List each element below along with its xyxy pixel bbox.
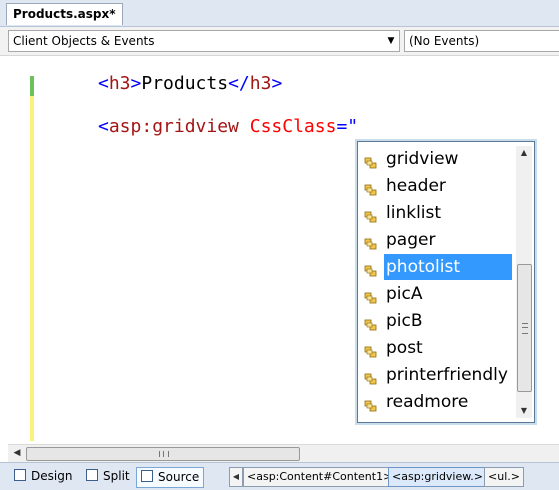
css-class-icon [364,233,378,250]
saved-change-marker [30,76,34,96]
intellisense-item[interactable]: picA [360,281,512,307]
css-class-icon [364,287,378,304]
breadcrumb-gridview[interactable]: <asp:gridview.> [388,467,487,487]
attribute-name: CssClass [249,116,337,137]
attribute-equals: =" [336,116,359,137]
intellisense-item-label: post [386,338,423,358]
popup-vertical-scrollbar[interactable]: ▲ ▼ [516,146,532,418]
code-line-h3: <h3>Products</h3> [98,73,282,94]
intellisense-item[interactable]: printerfriendly [360,362,512,388]
css-class-icon [364,152,378,169]
design-view-button[interactable]: Design [14,467,72,486]
source-label: Source [158,470,200,484]
design-view-icon [14,469,26,481]
breadcrumb-ul[interactable]: <ul.> [484,467,524,487]
popup-scroll-thumb[interactable] [517,264,532,392]
intellisense-item[interactable]: header [360,173,512,199]
intellisense-item-label: photolist [384,254,512,280]
css-class-icon [364,341,378,358]
css-class-icon [364,395,378,412]
tag-name: h3 [249,73,272,94]
view-bar: Design Split Source ◀ <asp:Content#Conte… [0,462,559,490]
tag-name: asp:gridview [108,116,239,137]
intellisense-item[interactable]: pager [360,227,512,253]
navigation-bar: Client Objects & Events ▼ (No Events) [0,27,559,56]
intellisense-item-label: header [386,176,446,196]
css-class-icon [364,260,378,277]
source-view-button[interactable]: Source [136,467,205,488]
design-label: Design [31,469,73,483]
intellisense-item-label: picA [386,284,423,304]
intellisense-item[interactable]: readmore [360,389,512,415]
horizontal-scroll-thumb[interactable] [26,447,300,461]
code-line-gridview: <asp:gridview CssClass=" [98,116,358,137]
breadcrumb-content[interactable]: <asp:Content#Content1> [243,467,397,487]
intellisense-item[interactable]: picB [360,308,512,334]
scroll-up-arrow-icon[interactable]: ▲ [516,146,532,160]
bracket: </ [228,73,250,94]
intellisense-item-label: printerfriendly [386,365,508,385]
split-label: Split [103,469,130,483]
css-class-icon [364,206,378,223]
chevron-down-icon: ▼ [387,36,395,46]
bracket: < [98,116,109,137]
tag-name: h3 [108,73,131,94]
bracket: < [98,73,109,94]
css-class-icon [364,368,378,385]
intellisense-item-label: pager [386,230,436,250]
bracket: > [271,73,283,94]
document-tab-products[interactable]: Products.aspx* [6,3,123,25]
scroll-left-arrow-icon[interactable]: ◀ [10,445,24,462]
client-objects-dropdown-value: Client Objects & Events [13,34,155,48]
css-class-icon [364,314,378,331]
intellisense-item-label: picB [386,311,423,331]
intellisense-item[interactable]: photolist [360,254,512,280]
intellisense-item[interactable]: post [360,335,512,361]
text-content: Products [141,73,229,94]
split-view-button[interactable]: Split [86,467,130,486]
events-dropdown[interactable]: (No Events) [404,30,559,52]
document-tab-strip: Products.aspx* [0,0,559,27]
css-class-icon [364,179,378,196]
source-view-icon [141,470,153,482]
events-dropdown-value: (No Events) [409,34,480,48]
editor-horizontal-scrollbar[interactable]: ◀ [8,444,559,462]
intellisense-item-label: readmore [386,392,469,412]
intellisense-popup[interactable]: gridview header linklist pager photolist picA… [357,141,535,423]
intellisense-item-label: linklist [386,203,442,223]
intellisense-item-label: gridview [386,149,459,169]
scroll-down-arrow-icon[interactable]: ▼ [516,404,532,418]
client-objects-dropdown[interactable]: Client Objects & Events ▼ [8,30,400,52]
intellisense-item[interactable]: gridview [360,146,512,172]
intellisense-item[interactable]: linklist [360,200,512,226]
breadcrumb-back-arrow-icon[interactable]: ◀ [229,467,243,487]
split-view-icon [86,469,98,481]
change-marker-bar [30,76,34,441]
bracket: > [130,73,142,94]
